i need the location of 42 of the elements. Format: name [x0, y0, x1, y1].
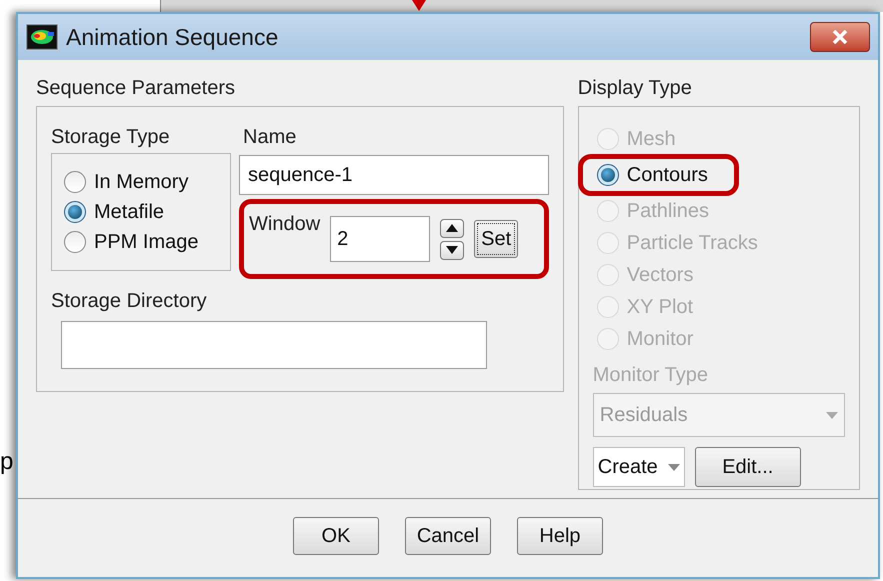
close-icon [832, 30, 848, 44]
up-arrow-icon [446, 224, 458, 232]
spin-up-button[interactable] [440, 218, 464, 238]
close-button[interactable] [810, 22, 870, 52]
radio-button[interactable] [596, 164, 619, 186]
storage-directory-field[interactable] [61, 321, 487, 369]
name-field[interactable]: sequence-1 [239, 155, 549, 195]
radio-label: Vectors [626, 263, 694, 288]
window-field[interactable]: 2 [330, 216, 430, 262]
radio-label: XY Plot [626, 295, 694, 320]
radio-label: In Memory [94, 170, 188, 195]
radio-button[interactable] [64, 201, 86, 223]
set-button[interactable]: Set [474, 220, 518, 258]
radio-label: Metafile [94, 200, 164, 225]
background-text: p [0, 450, 14, 474]
edit-button[interactable]: Edit... [694, 447, 801, 487]
caret-icon [668, 464, 680, 470]
radio-button[interactable] [64, 171, 86, 193]
create-dropdown[interactable]: Create [592, 447, 685, 487]
caret-icon [826, 412, 838, 418]
down-arrow-icon [446, 246, 458, 254]
radio-label: Contours [626, 163, 708, 188]
field-label: Window [249, 212, 320, 237]
app-icon [26, 24, 58, 50]
radio-label: Pathlines [626, 199, 710, 224]
field-label: Monitor Type [592, 363, 709, 388]
radio-label: Monitor [626, 327, 694, 352]
field-label: Storage Directory [51, 289, 208, 314]
group-title: Sequence Parameters [36, 76, 236, 101]
radio-label: Particle Tracks [626, 231, 758, 256]
dialog-button[interactable]: Cancel [405, 517, 491, 555]
arrow-tip-icon [412, 0, 426, 12]
group-title: Display Type [578, 76, 693, 101]
field-label: Name [243, 125, 298, 150]
group-title: Storage Type [51, 125, 171, 150]
window-title: Animation Sequence [66, 22, 278, 52]
dialog-button[interactable]: OK [293, 517, 379, 555]
radio-label: PPM Image [94, 230, 198, 255]
radio-button[interactable] [64, 231, 86, 253]
spin-down-button[interactable] [440, 240, 464, 260]
radio-label: Mesh [626, 127, 676, 152]
dialog-button[interactable]: Help [517, 517, 603, 555]
